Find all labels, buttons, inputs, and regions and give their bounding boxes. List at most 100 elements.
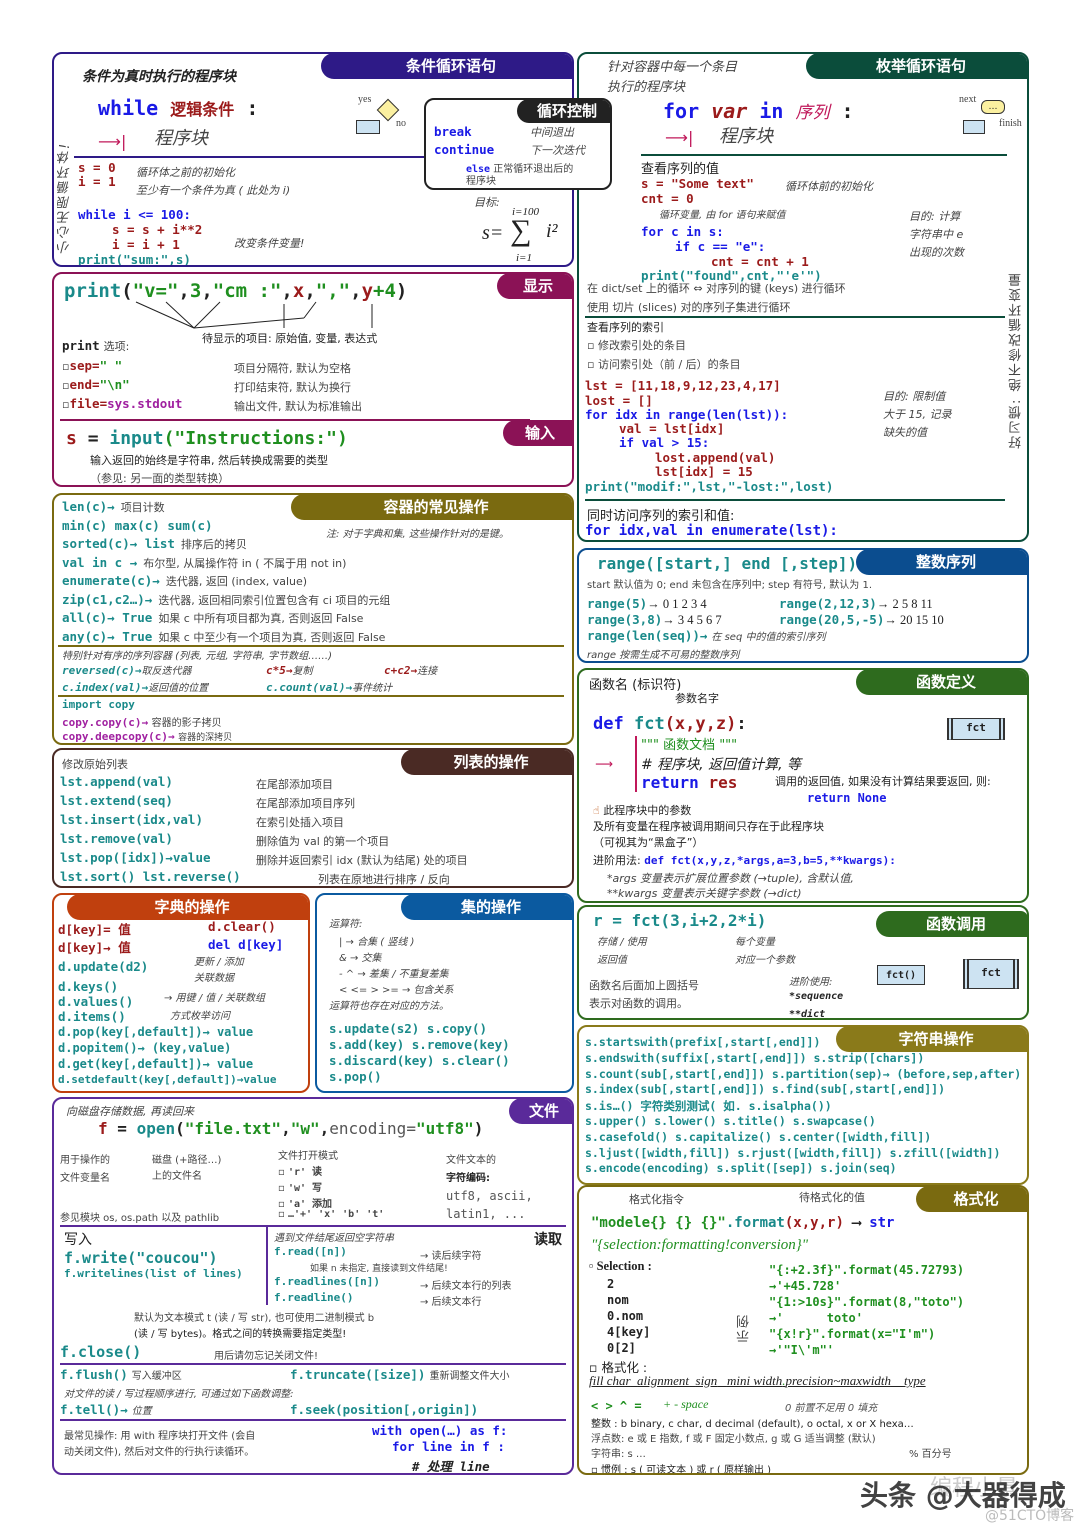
while-header: 条件循环语句 (321, 54, 572, 79)
read-note: 如果 n 未指定, 直接读到文件结尾! (310, 1264, 448, 1274)
sign-chars-text: + - space (663, 1397, 709, 1411)
containers-divider-2 (58, 695, 564, 697)
for-code-cnt: cnt = 0 (641, 191, 694, 206)
loop-body-rect (356, 120, 380, 134)
ordered-row-1c: c+c2→连接 (384, 662, 437, 677)
call-adv-1: *sequence (789, 991, 844, 1002)
container-op-desc: 迭代器, 返回相同索引位置包含有 ci 项目的元组 (158, 593, 391, 607)
index-code-2: lost = [] (585, 393, 653, 408)
function-body-bar (635, 736, 637, 792)
read-desc-2: → 后续文本行的列表 (420, 1281, 512, 1292)
range-example-1: range(5)→ 0 1 2 3 4 (587, 596, 707, 612)
list-method-desc: 列表在原地进行排序 / 反向 (318, 873, 450, 886)
body-arrow: ⟶ (595, 756, 613, 771)
dict-get-item: d[key]→ 值 (58, 937, 131, 956)
container-op-code: zip(c1,c2…)→ (62, 591, 153, 607)
string-method-line: s.is…() 字符类别测试( 如. s.isalpha()) (585, 1099, 832, 1114)
index-code-6: lost.append(val) (655, 450, 776, 465)
set-op-union: | → 合集 ( 竖线 ) (339, 937, 415, 948)
concat-desc: 连接 (417, 666, 438, 677)
close-code-text: f.close() (60, 1343, 142, 1361)
index-code-7: lst[idx] = 15 (655, 464, 753, 479)
function-params: (x,y,z) (664, 714, 737, 734)
spec-type: type (903, 1373, 926, 1388)
values-title: 查看序列的值 (641, 162, 720, 177)
for-code-inc: cnt = cnt + 1 (711, 254, 809, 269)
example-3: "{x!r}".format(x="I'm") (769, 1327, 936, 1341)
write-code-text: f.write("coucou") (64, 1249, 218, 1267)
text-mode-note-1: 默认为文本模式 t (读 / 写 str), 也可使用二进制模式 b (134, 1313, 375, 1324)
read-title: 读取 (534, 1232, 562, 1248)
container-op-code: sorted(c)→ list (62, 536, 175, 551)
container-op-desc: 排序后的拷贝 (180, 538, 247, 551)
files-section: 文件 向磁盘存储数据, 再读回来 f = open("file.txt","w"… (52, 1097, 574, 1475)
set-methods-3: s.discard(key) s.clear() (329, 1053, 510, 1068)
count-code: c.count(val)→ (266, 681, 353, 694)
for-goal-3: 出现的次数 (909, 246, 964, 259)
lists-section: 列表的操作 修改原始列表 lst.append(val) 在尾部添加项目 lst.e… (52, 748, 574, 888)
tell-row: f.tell()→ 位置 (60, 1402, 152, 1417)
file-var-note-2: 文件变量名 (60, 1173, 110, 1184)
container-op-code: enumerate(c)→ (62, 573, 160, 588)
adv-code: def fct(x,y,z,*args,a=3,b=5,**kwargs): (644, 854, 896, 867)
input-note-2: （参见: 另一面的类型转换） (90, 472, 230, 485)
input-header: 输入 (502, 420, 572, 446)
list-method-code: lst.extend(seq) (60, 793, 173, 808)
print-options-title: print 选项: (62, 338, 129, 354)
print-option-end-desc: 打印结束符, 默认为换行 (234, 381, 351, 394)
range-code: range(5) (587, 596, 648, 611)
index-code-1: lst = [11,18,9,12,23,4,17] (585, 378, 781, 393)
fct-box-icon: fct (947, 718, 1005, 740)
files-subtitle: 向磁盘存储数据, 再读回来 (66, 1105, 194, 1118)
with-code-1: with open(…) as f: (372, 1423, 508, 1438)
format-header: 格式化 (916, 1187, 1027, 1212)
for-goal-2: 字符串中 e (909, 228, 964, 241)
for-code-if: if c == "e": (675, 239, 766, 254)
container-op: enumerate(c)→ 迭代器, 返回 (index, value) (62, 573, 307, 589)
sum-formula: i=100 s= ∑ i² i=1 (482, 206, 572, 265)
for-syntax: for var in 序列 : (663, 98, 854, 123)
loop-control-box: 循环控制 break 中间退出 continue 下一次迭代 else 正常循环… (424, 98, 612, 190)
example-3-result: →'"I\'m"' (769, 1343, 835, 1357)
for-var: var (711, 99, 748, 123)
range-header: 整数序列 (856, 550, 1027, 575)
index-option-2: ▫ 访问索引处（前 / 后）的条目 (587, 358, 741, 371)
else-desc-2: 程序块 (466, 176, 496, 187)
return-none: return None (807, 791, 887, 805)
input-note-1: 输入返回的始终是字符串, 然后转换成需要的类型 (90, 454, 328, 467)
for-goal-1: 目的: 计算 (909, 210, 961, 223)
tell-code: f.tell()→ (60, 1402, 128, 1417)
for-header: 枚举循环语句 (806, 54, 1027, 79)
example-1-result: →'+45.728' (769, 1279, 842, 1293)
ordered-row-1b: c*5→复制 (266, 662, 313, 677)
container-op-desc: 迭代器, 返回 (index, value) (165, 575, 308, 588)
def-box-label: fct (981, 966, 1001, 979)
enc-note-2: 字符编码: (446, 1173, 490, 1184)
read-row-3: f.readline() (274, 1291, 353, 1304)
adv-label: 进阶用法: (593, 854, 641, 867)
index-option-1: ▫ 修改索引处的条目 (587, 339, 686, 352)
modules-note: 参见模块 os, os.path 以及 pathlib (60, 1213, 220, 1224)
spec-width: mini width (726, 1373, 783, 1388)
spec-parts: fill char alignment sign mini width.prec… (589, 1373, 926, 1389)
for-flow-diagram: next … finish (947, 92, 1027, 148)
slice-loop-note: 使用 切片 (slices) 对的序列子集进行循环 (587, 301, 791, 314)
init-note-1: 循环体之前的初始化 (136, 166, 235, 179)
store-1: 存储 / 使用 (597, 937, 647, 948)
flush-code: f.flush() (60, 1367, 128, 1382)
file-var-note-1: 用于操作的 (60, 1155, 110, 1166)
watermark-site: @51CTO博客 (985, 1508, 1075, 1524)
while-code-line-4: print("sum:",s) (78, 252, 191, 267)
container-op-desc: 布尔型, 从属操作符 in ( 不属于用 not in) (143, 556, 347, 570)
body-comment: # 程序块, 返回值计算, 等 (641, 757, 801, 773)
files-vdivider (266, 1225, 268, 1305)
reversed-code: reversed(c)→ (62, 664, 142, 677)
selection-item-4: 4[key] (607, 1325, 651, 1339)
eof-note: 遇到文件结尾返回空字符串 (274, 1233, 394, 1244)
init-note-2: 至少有一个条件为真 ( 此处为 i) (136, 184, 291, 197)
formula-lower: i=1 (516, 252, 532, 264)
import-copy: import copy (62, 698, 135, 711)
close-note: 用后请勿忘记关闭文件! (214, 1351, 319, 1362)
string-method-line: s.startswith(prefix[,start[,end]]) (585, 1035, 821, 1049)
truncate-code: f.truncate([size]) (290, 1367, 426, 1382)
